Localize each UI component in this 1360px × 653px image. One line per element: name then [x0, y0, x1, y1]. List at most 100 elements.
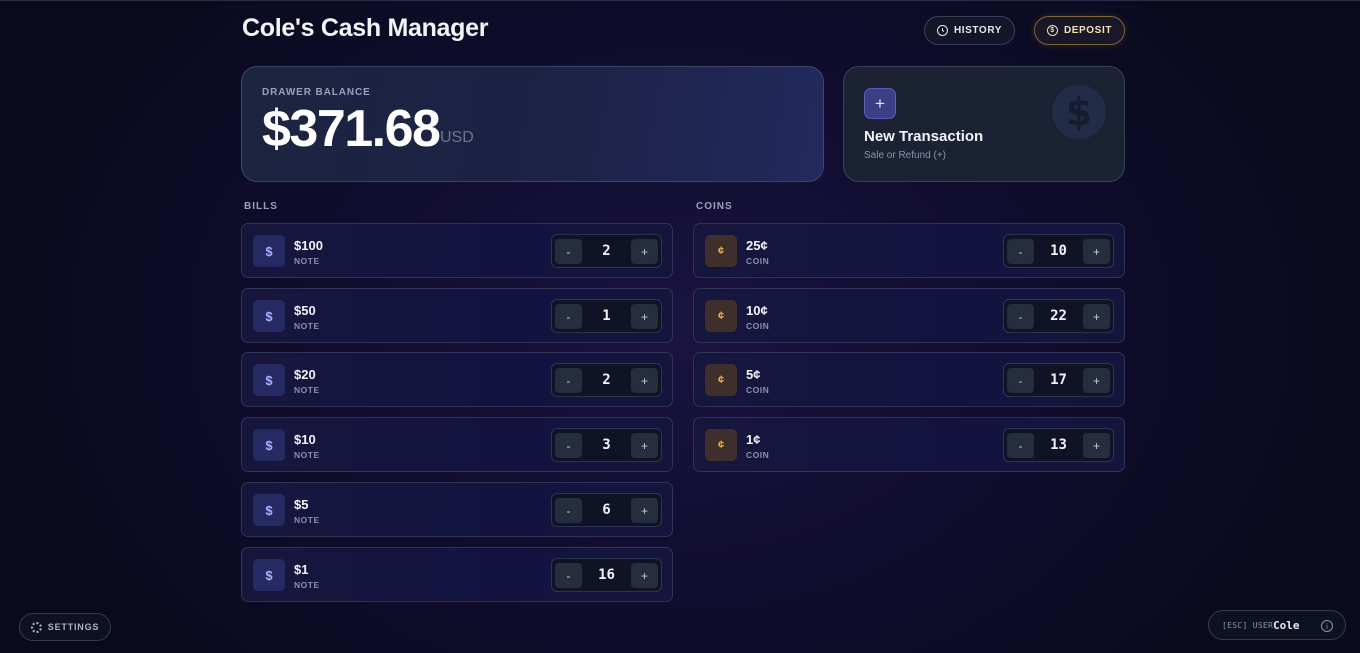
quantity-stepper: -22 +: [1003, 299, 1114, 333]
quantity-value[interactable]: 2: [583, 243, 630, 259]
bill-row: $ $5 NOTE -6 +: [241, 482, 673, 537]
denomination-kind: NOTE: [294, 515, 320, 525]
denomination-label: 1¢: [746, 432, 761, 447]
increment-button[interactable]: +: [631, 433, 658, 458]
increment-button[interactable]: +: [1083, 239, 1110, 264]
quantity-value[interactable]: 2: [583, 372, 630, 388]
balance-currency: USD: [440, 129, 474, 146]
quantity-stepper: -2 +: [551, 363, 662, 397]
dollar-icon: $: [253, 235, 285, 267]
denomination-kind: COIN: [746, 321, 770, 331]
quantity-value[interactable]: 6: [583, 502, 630, 518]
increment-button[interactable]: +: [631, 498, 658, 523]
denomination-label: 10¢: [746, 303, 768, 318]
dollar-icon: $: [253, 429, 285, 461]
quantity-stepper: -6 +: [551, 493, 662, 527]
denomination-label: $5: [294, 497, 309, 512]
new-transaction-title: New Transaction: [864, 128, 984, 145]
new-transaction-subtitle: Sale or Refund (+): [864, 150, 946, 161]
increment-button[interactable]: +: [1083, 304, 1110, 329]
cent-icon: ¢: [705, 429, 737, 461]
quantity-stepper: -10 +: [1003, 234, 1114, 268]
info-icon[interactable]: i: [1321, 620, 1333, 632]
cent-icon: ¢: [705, 235, 737, 267]
balance-card: DRAWER BALANCE $371.68 USD: [241, 66, 824, 182]
denomination-label: $20: [294, 367, 316, 382]
coins-section-title: COINS: [696, 201, 733, 212]
decrement-button[interactable]: -: [555, 239, 582, 264]
bill-row: $ $50 NOTE -1 +: [241, 288, 673, 343]
quantity-value[interactable]: 13: [1035, 437, 1082, 453]
decrement-button[interactable]: -: [555, 368, 582, 393]
decrement-button[interactable]: -: [1007, 304, 1034, 329]
coin-row: ¢ 10¢ COIN -22 +: [693, 288, 1125, 343]
dollar-icon: $: [253, 494, 285, 526]
dollar-coin-icon: $: [1052, 85, 1106, 139]
dollar-icon: $: [253, 300, 285, 332]
quantity-stepper: -13 +: [1003, 428, 1114, 462]
balance-amount: $371.68: [262, 100, 441, 158]
app-container: Cole's Cash Manager HISTORY $ DEPOSIT DR…: [241, 1, 1125, 653]
dollar-icon: $: [253, 559, 285, 591]
decrement-button[interactable]: -: [1007, 433, 1034, 458]
denomination-kind: NOTE: [294, 321, 320, 331]
increment-button[interactable]: +: [631, 239, 658, 264]
increment-button[interactable]: +: [1083, 433, 1110, 458]
cent-icon: ¢: [705, 300, 737, 332]
denomination-label: $1: [294, 562, 309, 577]
decrement-button[interactable]: -: [1007, 368, 1034, 393]
user-name: Cole: [1273, 619, 1300, 632]
quantity-value[interactable]: 16: [583, 567, 630, 583]
coin-row: ¢ 1¢ COIN -13 +: [693, 417, 1125, 472]
decrement-button[interactable]: -: [555, 563, 582, 588]
settings-label: SETTINGS: [47, 622, 100, 632]
quantity-stepper: -3 +: [551, 428, 662, 462]
denomination-label: 25¢: [746, 238, 768, 253]
increment-button[interactable]: +: [631, 563, 658, 588]
decrement-button[interactable]: -: [555, 498, 582, 523]
denomination-kind: COIN: [746, 450, 770, 460]
bills-section-title: BILLS: [244, 201, 278, 212]
plus-icon[interactable]: +: [864, 88, 896, 119]
history-button[interactable]: HISTORY: [924, 16, 1015, 45]
bill-row: $ $1 NOTE -16 +: [241, 547, 673, 602]
denomination-kind: NOTE: [294, 580, 320, 590]
increment-button[interactable]: +: [631, 304, 658, 329]
decrement-button[interactable]: -: [1007, 239, 1034, 264]
quantity-value[interactable]: 17: [1035, 372, 1082, 388]
bill-row: $ $20 NOTE -2 +: [241, 352, 673, 407]
quantity-stepper: -16 +: [551, 558, 662, 592]
quantity-stepper: -1 +: [551, 299, 662, 333]
settings-button[interactable]: SETTINGS: [19, 613, 111, 641]
coin-row: ¢ 5¢ COIN -17 +: [693, 352, 1125, 407]
page-title: Cole's Cash Manager: [242, 14, 489, 42]
gear-icon: [30, 621, 42, 633]
balance-label: DRAWER BALANCE: [262, 87, 371, 98]
user-indicator[interactable]: [ESC] USER: Cole i: [1208, 610, 1346, 640]
quantity-stepper: -17 +: [1003, 363, 1114, 397]
denomination-label: 5¢: [746, 367, 761, 382]
svg-text:$: $: [1066, 90, 1092, 134]
increment-button[interactable]: +: [631, 368, 658, 393]
bill-row: $ $10 NOTE -3 +: [241, 417, 673, 472]
quantity-stepper: -2 +: [551, 234, 662, 268]
deposit-button[interactable]: $ DEPOSIT: [1034, 16, 1125, 45]
new-transaction-card[interactable]: + New Transaction Sale or Refund (+) $: [843, 66, 1125, 182]
denomination-kind: COIN: [746, 256, 770, 266]
quantity-value[interactable]: 3: [583, 437, 630, 453]
dollar-icon: $: [253, 364, 285, 396]
decrement-button[interactable]: -: [555, 304, 582, 329]
denomination-kind: NOTE: [294, 256, 320, 266]
deposit-label: DEPOSIT: [1063, 25, 1113, 36]
denomination-kind: COIN: [746, 385, 770, 395]
user-label: [ESC] USER:: [1222, 621, 1279, 630]
increment-button[interactable]: +: [1083, 368, 1110, 393]
quantity-value[interactable]: 22: [1035, 308, 1082, 324]
denomination-label: $10: [294, 432, 316, 447]
decrement-button[interactable]: -: [555, 433, 582, 458]
history-label: HISTORY: [953, 25, 1003, 36]
quantity-value[interactable]: 10: [1035, 243, 1082, 259]
coin-row: ¢ 25¢ COIN -10 +: [693, 223, 1125, 278]
quantity-value[interactable]: 1: [583, 308, 630, 324]
denomination-label: $50: [294, 303, 316, 318]
